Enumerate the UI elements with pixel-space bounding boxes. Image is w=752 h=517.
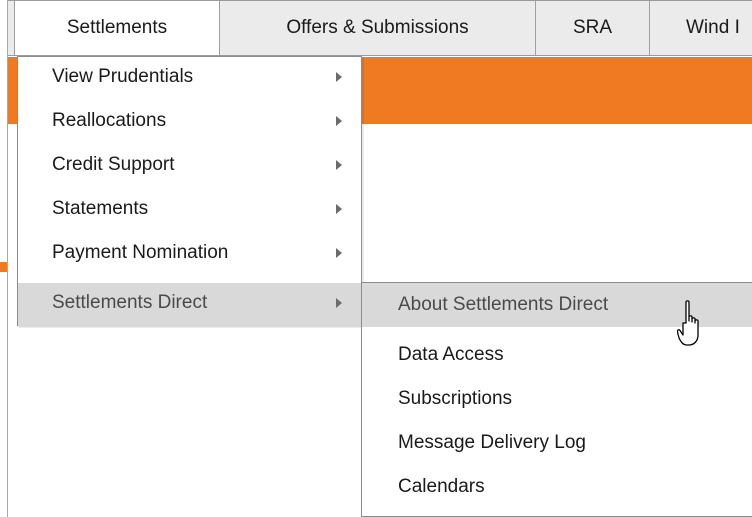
dropdown-item-label: Settlements Direct [52, 292, 208, 313]
triangle-right-icon [336, 204, 342, 214]
submenu-item-message-delivery-log[interactable]: Message Delivery Log [362, 421, 752, 465]
main-menu-bar: Settlements Offers & Submissions SRA Win… [8, 0, 752, 56]
submenu-item-calendars[interactable]: Calendars [362, 465, 752, 509]
dropdown-item-reallocations[interactable]: Reallocations [18, 101, 361, 145]
menu-sra[interactable]: SRA [536, 1, 650, 55]
menu-offers-submissions[interactable]: Offers & Submissions [220, 1, 536, 55]
background-accent [0, 262, 7, 272]
submenu-item-subscriptions[interactable]: Subscriptions [362, 377, 752, 421]
dropdown-item-settlements-direct[interactable]: Settlements Direct [18, 283, 361, 327]
dropdown-item-label: View Prudentials [52, 66, 194, 87]
dropdown-item-label: Payment Nomination [52, 242, 229, 263]
dropdown-item-label: Statements [52, 198, 149, 219]
menu-wind[interactable]: Wind I [650, 1, 752, 55]
dropdown-item-view-prudentials[interactable]: View Prudentials [18, 57, 361, 101]
dropdown-item-label: Credit Support [52, 154, 175, 175]
hand-pointer-icon [677, 300, 699, 346]
triangle-right-icon [336, 116, 342, 126]
settlements-dropdown: View Prudentials Reallocations Credit Su… [17, 56, 362, 327]
triangle-right-icon [336, 298, 342, 308]
triangle-right-icon [336, 248, 342, 258]
dropdown-item-credit-support[interactable]: Credit Support [18, 145, 361, 189]
menu-settlements[interactable]: Settlements [14, 1, 220, 55]
dropdown-item-statements[interactable]: Statements [18, 189, 361, 233]
triangle-right-icon [336, 160, 342, 170]
triangle-right-icon [336, 72, 342, 82]
dropdown-item-payment-nomination[interactable]: Payment Nomination [18, 233, 361, 277]
dropdown-item-label: Reallocations [52, 110, 167, 131]
